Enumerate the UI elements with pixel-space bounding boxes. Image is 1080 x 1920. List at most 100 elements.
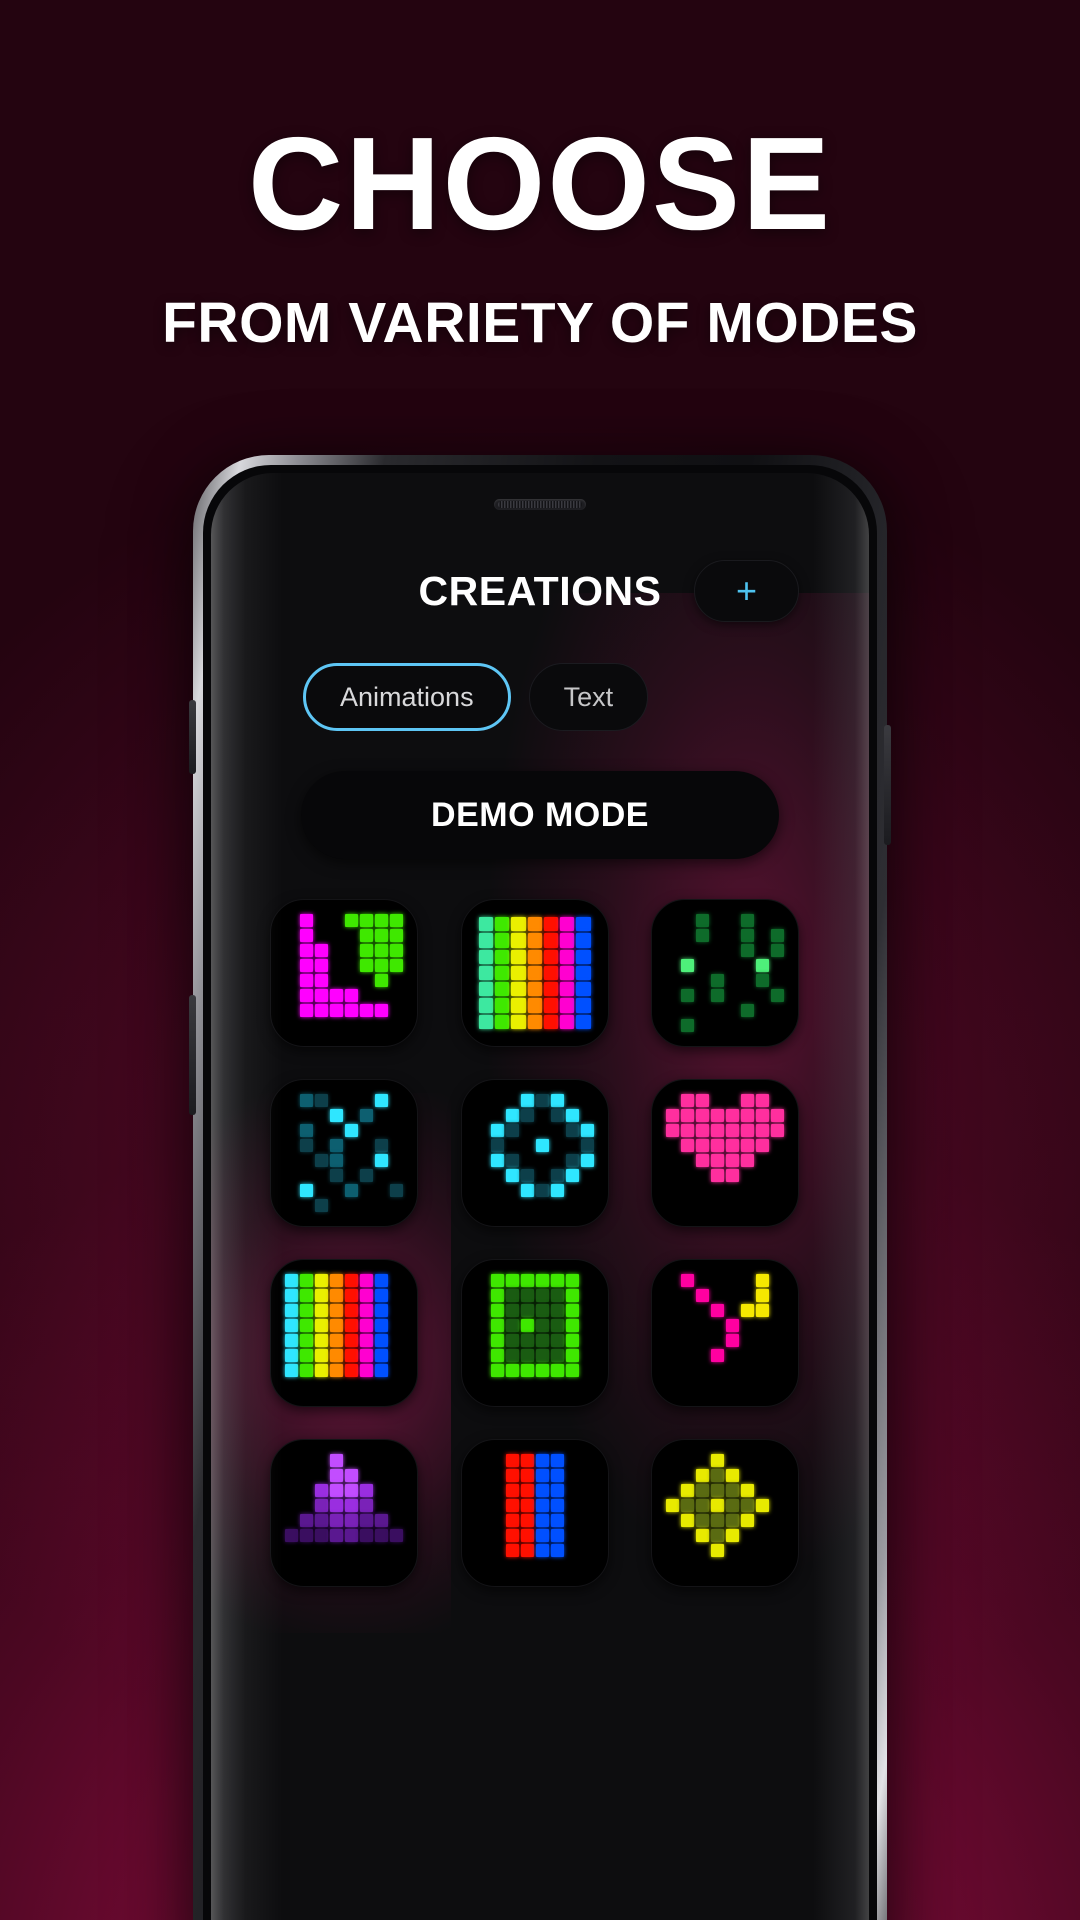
led-pixel <box>581 1184 594 1197</box>
led-pixel <box>580 1154 594 1167</box>
led-pixel <box>726 1274 739 1287</box>
led-pixel <box>711 1169 725 1182</box>
led-pixel <box>535 1469 549 1482</box>
led-matrix-rainbow-diagonal-blocks <box>285 1274 403 1392</box>
led-pixel <box>696 1364 709 1377</box>
led-pixel <box>535 1304 549 1317</box>
creation-tile[interactable] <box>270 1079 418 1227</box>
led-pixel <box>390 1109 403 1122</box>
led-pixel <box>360 974 373 987</box>
creation-tile[interactable] <box>460 899 609 1047</box>
led-pixel <box>345 1124 358 1137</box>
phone-button-left-lower[interactable] <box>189 995 196 1115</box>
led-pixel <box>550 1274 564 1287</box>
led-pixel <box>476 1289 489 1302</box>
creation-tile[interactable] <box>651 1259 800 1407</box>
creation-tile[interactable] <box>651 899 800 1047</box>
led-pixel <box>285 1304 298 1317</box>
led-pixel <box>551 1139 564 1152</box>
led-pixel <box>285 1529 298 1542</box>
led-pixel <box>741 1109 755 1122</box>
led-pixel <box>315 1364 328 1377</box>
led-pixel <box>300 1004 313 1017</box>
led-pixel <box>300 1019 313 1032</box>
led-pixel <box>375 914 388 927</box>
phone-bezel: CREATIONS + Animations Text DEMO MODE <box>203 465 877 1920</box>
demo-mode-banner[interactable]: DEMO MODE <box>301 771 779 859</box>
add-creation-button[interactable]: + <box>694 560 799 622</box>
creation-tile[interactable] <box>651 1079 800 1227</box>
led-pixel <box>666 1169 679 1182</box>
led-pixel <box>315 1469 328 1482</box>
led-pixel <box>696 1319 709 1332</box>
led-pixel <box>315 1379 328 1392</box>
led-pixel <box>285 959 298 972</box>
creation-tile[interactable] <box>270 899 418 1047</box>
phone-button-right[interactable] <box>884 725 891 845</box>
led-pixel <box>315 929 328 942</box>
led-pixel <box>285 974 298 987</box>
creation-tile[interactable] <box>651 1439 800 1587</box>
phone-button-left-upper[interactable] <box>189 700 196 774</box>
creation-tile[interactable] <box>460 1439 609 1587</box>
led-pixel <box>741 1304 755 1317</box>
led-pixel <box>330 914 343 927</box>
led-pixel <box>711 1484 725 1497</box>
led-pixel <box>756 1199 769 1212</box>
led-pixel <box>771 1169 784 1182</box>
led-pixel <box>666 1109 680 1122</box>
creation-tile[interactable] <box>460 1259 609 1407</box>
led-pixel <box>535 1364 549 1377</box>
led-pixel <box>300 1364 313 1377</box>
led-pixel <box>741 1349 754 1362</box>
led-pixel <box>300 1334 313 1347</box>
led-pixel <box>300 1379 313 1392</box>
led-matrix-bars-red-blue <box>476 1454 594 1572</box>
tab-animations[interactable]: Animations <box>303 663 511 731</box>
led-pixel <box>536 1559 549 1572</box>
led-pixel <box>741 1319 754 1332</box>
led-pixel <box>490 1124 504 1137</box>
led-pixel <box>390 1559 403 1572</box>
led-pixel <box>285 1499 298 1512</box>
led-pixel <box>711 1454 725 1467</box>
led-pixel <box>711 1019 724 1032</box>
led-pixel <box>535 1484 549 1497</box>
creation-tile[interactable] <box>270 1439 418 1587</box>
led-pixel <box>560 998 575 1013</box>
led-pixel <box>581 1364 594 1377</box>
led-pixel <box>520 1304 534 1317</box>
led-pixel <box>771 959 784 972</box>
led-pixel <box>315 1484 328 1497</box>
creation-tile[interactable] <box>460 1079 609 1227</box>
led-pixel <box>681 1199 694 1212</box>
led-pixel <box>756 1019 769 1032</box>
led-pixel <box>360 1019 373 1032</box>
led-pixel <box>390 1154 403 1167</box>
led-pixel <box>696 1349 709 1362</box>
led-pixel <box>285 1514 298 1527</box>
led-pixel <box>666 1469 679 1482</box>
led-pixel <box>360 989 373 1002</box>
led-pixel <box>360 1094 373 1107</box>
led-pixel <box>476 1499 489 1512</box>
led-pixel <box>300 989 313 1002</box>
led-pixel <box>756 1154 769 1167</box>
creation-tile[interactable] <box>270 1259 418 1407</box>
led-pixel <box>375 989 388 1002</box>
led-pixel <box>566 1379 579 1392</box>
led-pixel <box>581 1289 594 1302</box>
led-pixel <box>315 1139 328 1152</box>
led-pixel <box>300 974 313 987</box>
led-pixel <box>550 1514 564 1527</box>
led-pixel <box>681 1484 695 1497</box>
led-pixel <box>696 944 709 957</box>
led-pixel <box>375 1019 388 1032</box>
led-pixel <box>360 1154 373 1167</box>
led-pixel <box>681 1454 694 1467</box>
led-pixel <box>565 1334 579 1347</box>
led-pixel <box>741 1274 754 1287</box>
tab-text[interactable]: Text <box>528 663 649 731</box>
led-pixel <box>756 1514 769 1527</box>
creations-grid <box>270 899 810 1587</box>
